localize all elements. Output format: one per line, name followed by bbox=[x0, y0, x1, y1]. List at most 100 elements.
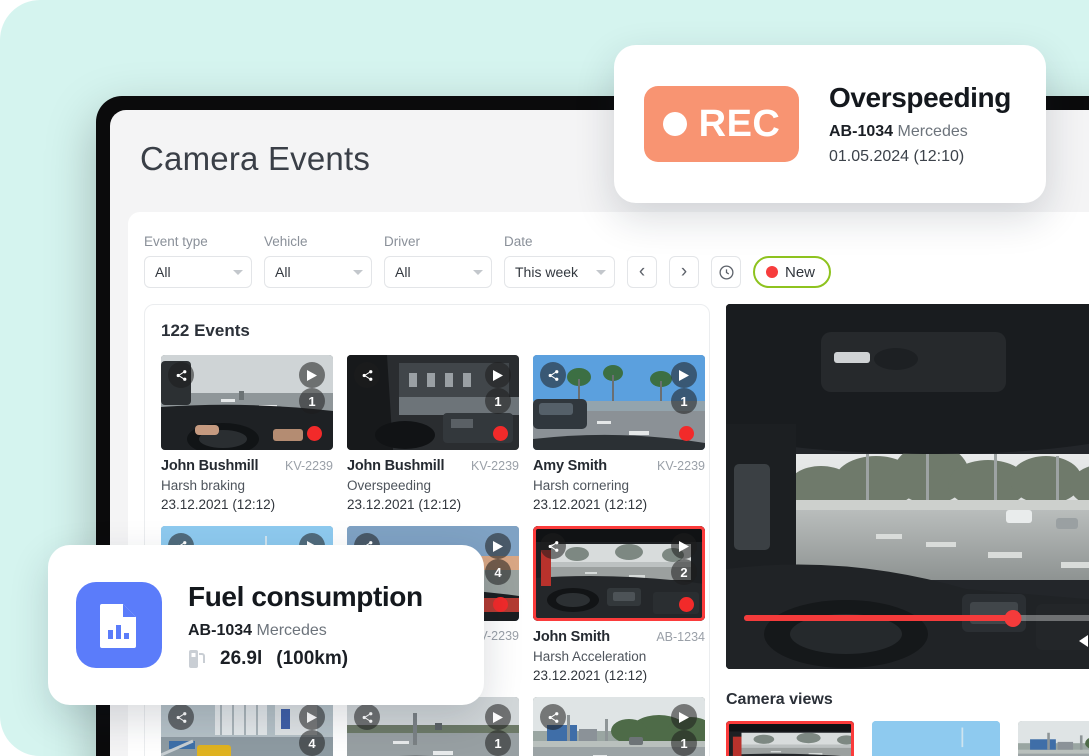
clock-icon-button[interactable] bbox=[711, 256, 741, 288]
event-card[interactable]: 1 bbox=[347, 697, 519, 756]
fuel-card-text: Fuel consumption AB-1034 Mercedes 26.9l … bbox=[188, 581, 423, 670]
event-vehicle-plate: KV-2239 bbox=[471, 459, 519, 473]
rewind-icon[interactable] bbox=[1078, 634, 1089, 655]
player-column: Camera views bbox=[726, 304, 1089, 756]
rec-label: REC bbox=[698, 102, 781, 145]
share-icon bbox=[176, 369, 186, 381]
event-thumbnail[interactable]: 2 bbox=[533, 526, 705, 621]
event-count-badge: 1 bbox=[485, 730, 511, 756]
rec-card-vehicle: AB-1034 Mercedes bbox=[829, 123, 1011, 141]
play-icon-button[interactable] bbox=[485, 704, 511, 730]
video-player[interactable] bbox=[726, 304, 1089, 669]
event-thumbnail[interactable]: 4 bbox=[161, 697, 333, 756]
share-icon-button[interactable] bbox=[354, 362, 380, 388]
play-icon-button[interactable] bbox=[485, 362, 511, 388]
play-icon bbox=[679, 540, 689, 552]
rec-card-text: Overspeeding AB-1034 Mercedes 01.05.2024… bbox=[829, 82, 1011, 166]
event-count-badge: 4 bbox=[485, 559, 511, 585]
play-icon bbox=[493, 369, 503, 381]
play-icon-button[interactable] bbox=[299, 362, 325, 388]
filter-label-event-type: Event type bbox=[144, 234, 208, 249]
document-chart-icon bbox=[100, 604, 136, 648]
event-card[interactable]: 1 John Bushmill KV-2239 Overspeeding 23.12.2… bbox=[347, 355, 519, 512]
new-badge-label: New bbox=[785, 263, 816, 281]
select-value-date: This week bbox=[515, 264, 579, 280]
share-icon bbox=[548, 369, 558, 381]
camera-view-thumbnail[interactable] bbox=[726, 721, 854, 756]
video-progress-bar[interactable] bbox=[744, 609, 1089, 627]
fuel-pump-icon bbox=[189, 649, 205, 668]
event-meta: Amy Smith KV-2239 Harsh cornering 23.12.202… bbox=[533, 450, 705, 512]
filter-label-vehicle: Vehicle bbox=[264, 234, 308, 249]
event-thumbnail[interactable]: 1 bbox=[161, 355, 333, 450]
play-icon-button[interactable] bbox=[485, 533, 511, 559]
select-event-type[interactable]: All bbox=[144, 256, 252, 288]
clock-icon bbox=[718, 264, 734, 280]
share-icon-button[interactable] bbox=[168, 704, 194, 730]
play-icon bbox=[679, 711, 689, 723]
event-type-label: Harsh braking bbox=[161, 478, 246, 493]
share-icon-button[interactable] bbox=[168, 362, 194, 388]
recording-dot-icon bbox=[307, 426, 322, 441]
event-driver-name: John Smith bbox=[533, 629, 610, 645]
select-driver[interactable]: All bbox=[384, 256, 492, 288]
prev-period-button[interactable]: ‹ bbox=[627, 256, 657, 288]
fuel-consumption-card[interactable]: Fuel consumption AB-1034 Mercedes 26.9l … bbox=[48, 545, 484, 705]
event-driver-name: Amy Smith bbox=[533, 458, 607, 474]
event-datetime: 23.12.2021 (12:12) bbox=[347, 497, 462, 512]
event-card[interactable]: 1 Amy Smith KV-2239 Harsh cornering 23.12.20… bbox=[533, 355, 705, 512]
event-vehicle-plate: AB-1234 bbox=[656, 630, 705, 644]
video-progress-knob[interactable] bbox=[1004, 609, 1022, 627]
next-period-button[interactable]: › bbox=[669, 256, 699, 288]
share-icon-button[interactable] bbox=[540, 533, 566, 559]
select-vehicle[interactable]: All bbox=[264, 256, 372, 288]
share-icon bbox=[548, 540, 558, 552]
play-icon bbox=[679, 369, 689, 381]
event-driver-row: Amy Smith KV-2239 bbox=[533, 458, 705, 474]
event-card[interactable]: 2 John Smith AB-1234 Harsh Acceleration 23.1… bbox=[533, 526, 705, 683]
event-card[interactable]: 1 John Bushmill KV-2239 Harsh braking 23.12.… bbox=[161, 355, 333, 512]
camera-view-thumbnail[interactable] bbox=[872, 721, 1000, 756]
play-icon bbox=[493, 711, 503, 723]
share-icon-button[interactable] bbox=[354, 704, 380, 730]
event-count-badge: 1 bbox=[671, 730, 697, 756]
filter-vehicle: Vehicle All bbox=[264, 234, 372, 288]
event-thumbnail[interactable]: 1 bbox=[347, 697, 519, 756]
overspeeding-notification-card[interactable]: REC Overspeeding AB-1034 Mercedes 01.05.… bbox=[614, 45, 1046, 203]
share-icon-button[interactable] bbox=[540, 704, 566, 730]
event-card[interactable]: 1 bbox=[533, 697, 705, 756]
video-progress-fill bbox=[744, 615, 1013, 621]
rec-card-make: Mercedes bbox=[897, 123, 968, 140]
play-icon-button[interactable] bbox=[299, 704, 325, 730]
share-icon-button[interactable] bbox=[540, 362, 566, 388]
events-count: 122 Events bbox=[161, 321, 250, 340]
event-thumbnail[interactable]: 1 bbox=[533, 697, 705, 756]
camera-view-scene bbox=[1018, 721, 1089, 756]
event-type-label: Harsh cornering bbox=[533, 478, 630, 493]
event-thumbnail[interactable]: 1 bbox=[347, 355, 519, 450]
event-thumbnail[interactable]: 1 bbox=[533, 355, 705, 450]
event-meta: John Bushmill KV-2239 Harsh braking 23.12.2… bbox=[161, 450, 333, 512]
fuel-card-title: Fuel consumption bbox=[188, 580, 423, 612]
play-icon-button[interactable] bbox=[671, 704, 697, 730]
event-meta: John Bushmill KV-2239 Overspeeding 23.12.20… bbox=[347, 450, 519, 512]
play-icon bbox=[307, 369, 317, 381]
event-driver-row: John Bushmill KV-2239 bbox=[347, 458, 519, 474]
chevron-down-icon bbox=[233, 269, 243, 275]
rec-card-date: 01.05.2024 (12:10) bbox=[829, 148, 965, 165]
play-icon-button[interactable] bbox=[671, 362, 697, 388]
play-icon bbox=[493, 540, 503, 552]
camera-view-thumbnail[interactable] bbox=[1018, 721, 1089, 756]
filter-label-driver: Driver bbox=[384, 234, 420, 249]
event-driver-row: John Smith AB-1234 bbox=[533, 629, 705, 645]
chevron-down-icon bbox=[596, 269, 606, 275]
select-value-event-type: All bbox=[155, 264, 171, 280]
fuel-value: 26.9l bbox=[220, 647, 263, 669]
fuel-value-row: 26.9l (100km) bbox=[188, 648, 423, 670]
new-events-badge[interactable]: New bbox=[753, 256, 832, 288]
event-type-label: Overspeeding bbox=[347, 478, 432, 493]
event-card[interactable]: 4 bbox=[161, 697, 333, 756]
recording-dot-icon bbox=[679, 597, 694, 612]
play-icon-button[interactable] bbox=[671, 533, 697, 559]
select-date[interactable]: This week bbox=[504, 256, 615, 288]
